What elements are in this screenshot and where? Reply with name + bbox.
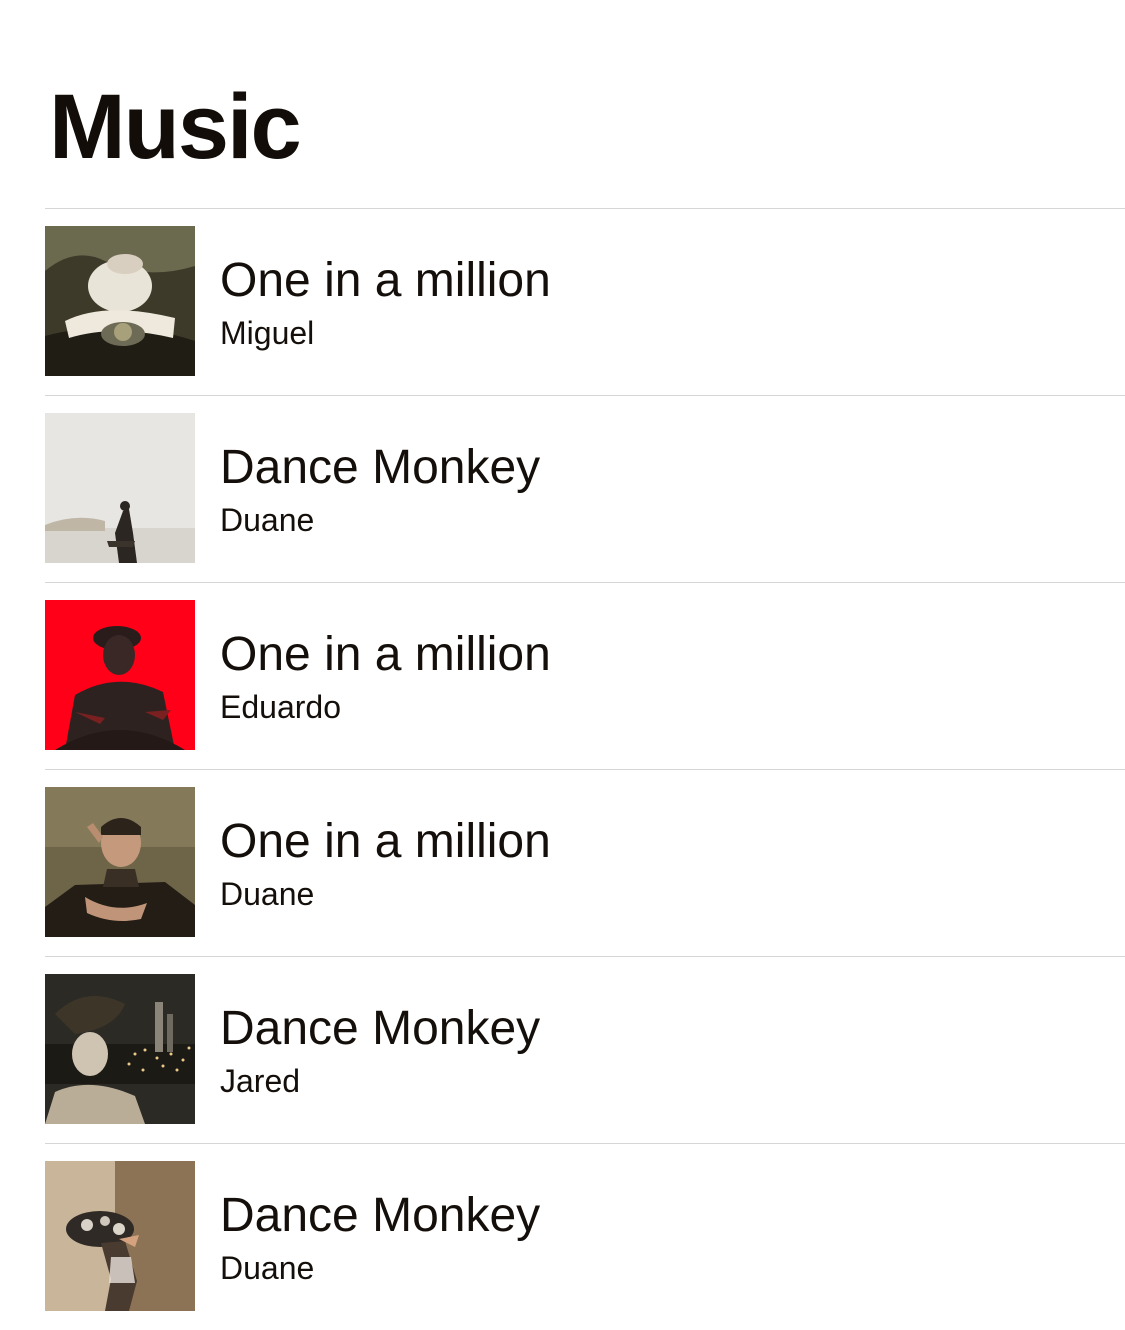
album-artwork (45, 1161, 195, 1311)
artist-name: Jared (220, 1063, 301, 1099)
artist-name: Duane (220, 1250, 315, 1286)
list-item[interactable]: One in a million Duane (45, 769, 1125, 956)
song-title: One in a million (220, 815, 551, 868)
song-title: One in a million (220, 628, 551, 681)
song-title: One in a million (220, 254, 551, 307)
album-artwork (45, 787, 195, 937)
song-title: Dance Monkey (220, 1002, 541, 1055)
list-item[interactable]: One in a million Eduardo (45, 582, 1125, 769)
list-item[interactable]: Dance Monkey Duane (45, 1143, 1125, 1330)
album-artwork (45, 974, 195, 1124)
list-item[interactable]: One in a million Miguel (45, 208, 1125, 395)
album-artwork (45, 226, 195, 376)
artist-name: Eduardo (220, 689, 341, 725)
page-title: Music (49, 76, 302, 178)
list-item[interactable]: Dance Monkey Jared (45, 956, 1125, 1143)
music-list: One in a million Miguel Dance Monkey Dua… (45, 208, 1125, 1330)
song-title: Dance Monkey (220, 441, 541, 494)
artist-name: Duane (220, 876, 315, 912)
artist-name: Duane (220, 502, 315, 538)
song-title: Dance Monkey (220, 1189, 541, 1242)
album-artwork (45, 600, 195, 750)
album-artwork (45, 413, 195, 563)
list-item[interactable]: Dance Monkey Duane (45, 395, 1125, 582)
artist-name: Miguel (220, 315, 315, 351)
